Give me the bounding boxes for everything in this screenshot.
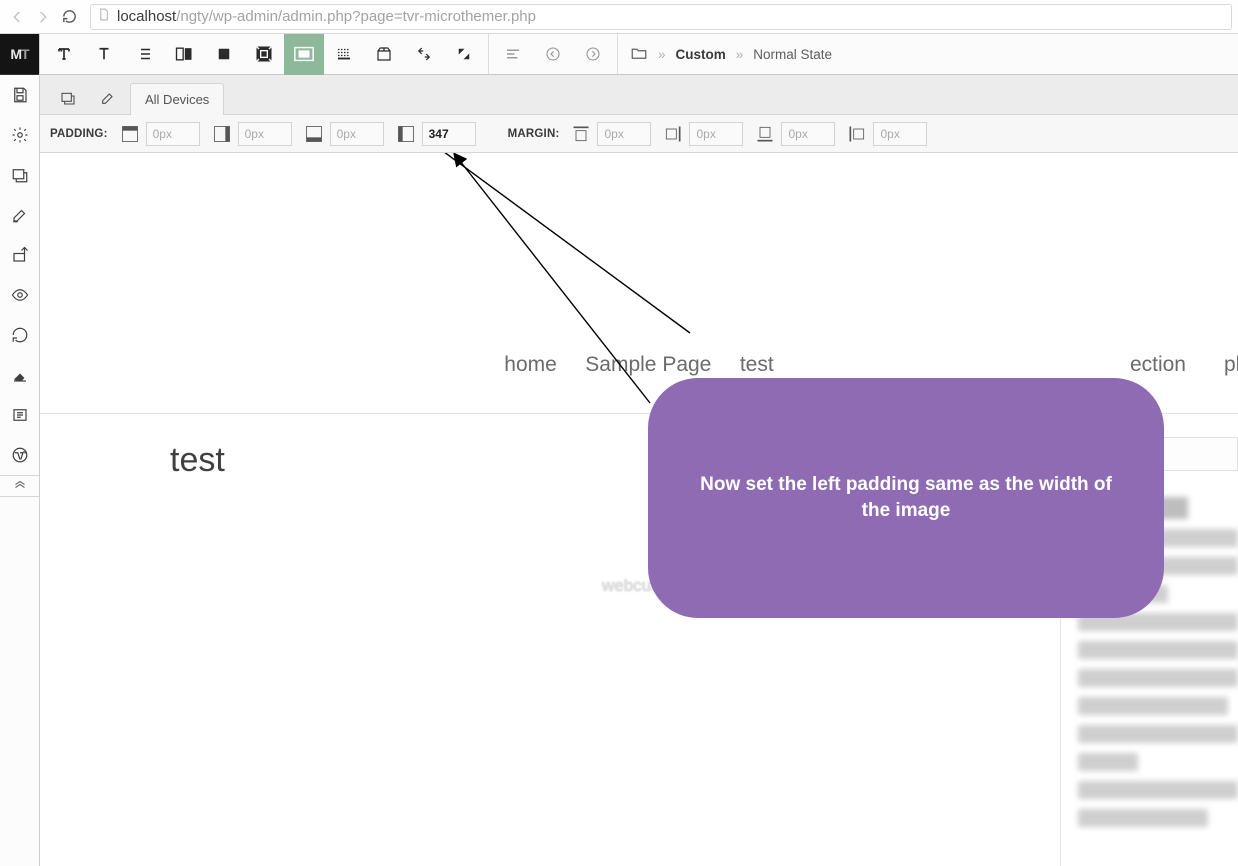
margin-right-icon[interactable] — [663, 124, 683, 144]
position-tool-icon[interactable] — [404, 34, 444, 75]
nav-reload-icon[interactable] — [60, 8, 78, 26]
eraser-icon[interactable] — [0, 355, 39, 395]
file-icon — [97, 8, 111, 26]
margin-label: MARGIN: — [508, 128, 560, 140]
nav-link-sample[interactable]: Sample Page — [585, 353, 711, 377]
tab-edit[interactable] — [90, 82, 126, 114]
app-logo[interactable]: MT — [0, 34, 39, 75]
margin-bottom-field — [755, 122, 835, 146]
tab-targets[interactable] — [50, 82, 86, 114]
browser-chrome: localhost/ngty/wp-admin/admin.php?page=t… — [0, 0, 1238, 34]
margin-left-icon[interactable] — [847, 124, 867, 144]
sub-tabs: All Devices — [40, 75, 1238, 115]
undo-icon[interactable] — [533, 34, 573, 75]
save-icon[interactable] — [0, 75, 39, 115]
nav-link-ection[interactable]: ection — [1130, 353, 1186, 377]
margin-bottom-input[interactable] — [781, 122, 835, 146]
wordpress-icon[interactable] — [0, 435, 39, 475]
padding-bottom-input[interactable] — [330, 122, 384, 146]
gear-icon[interactable] — [0, 115, 39, 155]
margin-left-field — [847, 122, 927, 146]
chevron-right-icon: » — [658, 47, 666, 62]
news-icon[interactable] — [0, 395, 39, 435]
breadcrumb: » Custom » Normal State — [618, 34, 832, 74]
history-icon[interactable] — [0, 315, 39, 355]
padding-right-icon[interactable] — [212, 124, 232, 144]
square-tool-icon[interactable] — [204, 34, 244, 75]
margin-right-input[interactable] — [689, 122, 743, 146]
left-rail: MT — [0, 34, 40, 866]
padding-left-field — [396, 122, 476, 146]
nav-link-test[interactable]: test — [740, 353, 774, 377]
margin-right-field — [663, 122, 743, 146]
breadcrumb-state[interactable]: Normal State — [753, 47, 832, 62]
margin-left-input[interactable] — [873, 122, 927, 146]
tab-label: All Devices — [145, 92, 209, 107]
folder-icon[interactable] — [630, 44, 648, 65]
align-tool-icon[interactable] — [493, 34, 533, 75]
dimensions-tool-icon[interactable] — [244, 34, 284, 75]
redo-icon[interactable] — [573, 34, 613, 75]
instruction-callout: Now set the left padding same as the wid… — [648, 378, 1164, 618]
tab-all-devices[interactable]: All Devices — [130, 83, 224, 115]
padding-left-icon[interactable] — [396, 124, 416, 144]
eye-icon[interactable] — [0, 275, 39, 315]
margin-top-input[interactable] — [597, 122, 651, 146]
nav-link-phra[interactable]: phra — [1224, 353, 1238, 377]
preview-canvas: home Sample Page test ection phra test — [40, 153, 1238, 866]
nav-forward-icon[interactable] — [34, 8, 52, 26]
padding-top-icon[interactable] — [120, 124, 140, 144]
font-tool-icon[interactable] — [44, 34, 84, 75]
text-tool-icon[interactable] — [84, 34, 124, 75]
padding-left-input[interactable] — [422, 122, 476, 146]
nav-link-home[interactable]: home — [504, 353, 557, 377]
gradient-tool-icon[interactable] — [444, 34, 484, 75]
callout-text: Now set the left padding same as the wid… — [688, 472, 1124, 523]
padding-bottom-icon[interactable] — [304, 124, 324, 144]
list-tool-icon[interactable] — [124, 34, 164, 75]
package-tool-icon[interactable] — [364, 34, 404, 75]
padding-label: PADDING: — [50, 128, 108, 140]
url-text: localhost/ngty/wp-admin/admin.php?page=t… — [117, 8, 536, 25]
padding-right-input[interactable] — [238, 122, 292, 146]
main-toolbar: » Custom » Normal State — [40, 34, 1238, 75]
padding-top-input[interactable] — [146, 122, 200, 146]
margin-top-field — [571, 122, 651, 146]
collapse-icon[interactable] — [0, 475, 39, 497]
export-icon[interactable] — [0, 235, 39, 275]
border-tool-icon[interactable] — [324, 34, 364, 75]
edit-icon[interactable] — [0, 195, 39, 235]
chevron-right-icon: » — [736, 47, 744, 62]
nav-back-icon[interactable] — [8, 8, 26, 26]
padding-margin-tool-icon[interactable] — [284, 34, 324, 75]
margin-top-icon[interactable] — [571, 124, 591, 144]
padding-bottom-field — [304, 122, 384, 146]
breadcrumb-selector[interactable]: Custom — [676, 47, 726, 62]
margin-bottom-icon[interactable] — [755, 124, 775, 144]
layout-icon[interactable] — [0, 155, 39, 195]
url-bar[interactable]: localhost/ngty/wp-admin/admin.php?page=t… — [90, 4, 1232, 30]
site-nav: home Sample Page test ection phra — [40, 353, 1238, 377]
padding-right-field — [212, 122, 292, 146]
page-title: test — [170, 441, 225, 480]
padding-top-field — [120, 122, 200, 146]
split-tool-icon[interactable] — [164, 34, 204, 75]
spacing-toolbar: PADDING: MARGIN: — [40, 115, 1238, 153]
